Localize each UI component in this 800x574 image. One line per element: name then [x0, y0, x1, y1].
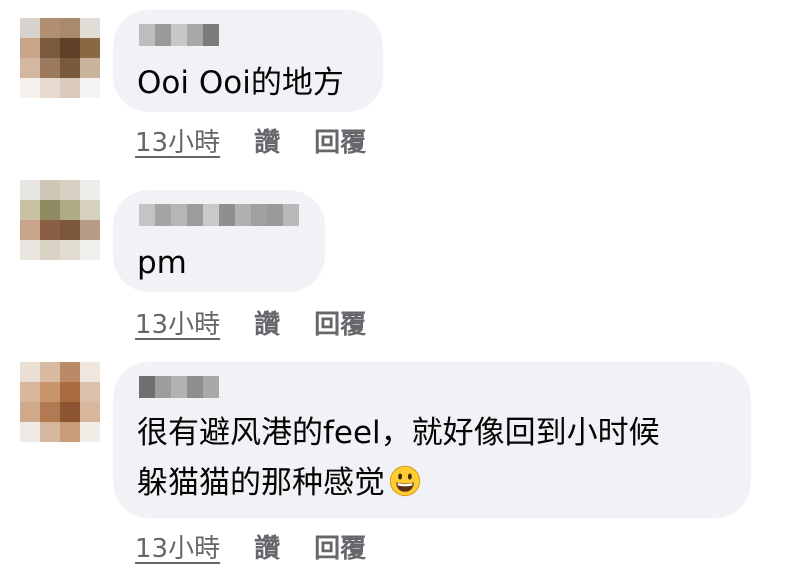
comment-text-line: pm — [137, 245, 187, 281]
reply-button[interactable]: 回覆 — [314, 122, 366, 159]
comment-text-line-content: 躲猫猫的那种感觉 — [137, 465, 385, 501]
avatar[interactable] — [20, 180, 100, 260]
timestamp-link[interactable]: 13小時 — [135, 528, 220, 565]
comment-text-line: 躲猫猫的那种感觉 — [137, 458, 660, 508]
reply-button[interactable]: 回覆 — [314, 528, 366, 565]
comment-text: 很有避风港的feel，就好像回到小时候 躲猫猫的那种感觉 — [137, 408, 660, 508]
like-button[interactable]: 讚 — [254, 528, 280, 565]
like-button[interactable]: 讚 — [254, 122, 280, 159]
comment-actions: 13小時 讚 回覆 — [135, 122, 366, 158]
comment-text-line: 很有避风港的feel，就好像回到小时候 — [137, 415, 660, 451]
comment-text: Ooi Ooi的地方 — [137, 58, 344, 108]
timestamp-link[interactable]: 13小時 — [135, 304, 220, 341]
author-name[interactable] — [139, 376, 219, 398]
comment-bubble: Ooi Ooi的地方 — [113, 10, 383, 112]
comment-actions: 13小時 讚 回覆 — [135, 528, 366, 564]
avatar[interactable] — [20, 362, 100, 442]
comment-text-line: Ooi Ooi的地方 — [137, 65, 344, 101]
comment-text: pm — [137, 238, 187, 288]
comment-bubble: pm — [113, 190, 325, 292]
like-button[interactable]: 讚 — [254, 304, 280, 341]
author-name[interactable] — [139, 24, 219, 46]
comment-bubble: 很有避风港的feel，就好像回到小时候 躲猫猫的那种感觉 — [113, 362, 751, 518]
author-name[interactable] — [139, 204, 299, 226]
comment-actions: 13小時 讚 回覆 — [135, 304, 366, 340]
avatar[interactable] — [20, 18, 100, 98]
grinning-face-emoji — [389, 465, 421, 497]
timestamp-link[interactable]: 13小時 — [135, 122, 220, 159]
reply-button[interactable]: 回覆 — [314, 304, 366, 341]
